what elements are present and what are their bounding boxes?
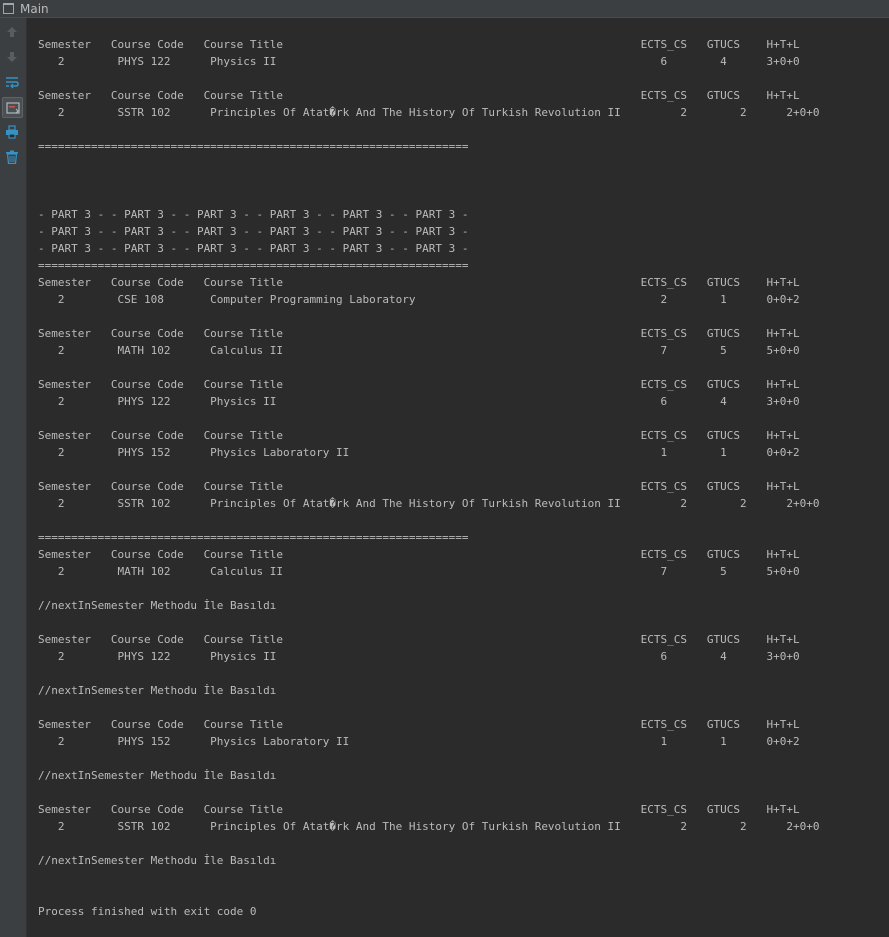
console-line: 2 PHYS 152 Physics Laboratory II 1 1 0+0…	[38, 735, 800, 748]
console-line: Semester Course Code Course Title ECTS_C…	[38, 803, 800, 816]
scroll-to-end-icon[interactable]	[2, 97, 23, 118]
console-line: Semester Course Code Course Title ECTS_C…	[38, 378, 800, 391]
trash-icon[interactable]	[2, 147, 22, 167]
console-line: 2 CSE 108 Computer Programming Laborator…	[38, 293, 800, 306]
console-line: Semester Course Code Course Title ECTS_C…	[38, 480, 800, 493]
console-line: Semester Course Code Course Title ECTS_C…	[38, 276, 800, 289]
console-line: 2 PHYS 122 Physics II 6 4 3+0+0	[38, 650, 800, 663]
console-line: Semester Course Code Course Title ECTS_C…	[38, 429, 800, 442]
window-title: Main	[20, 1, 49, 16]
console-line: Semester Course Code Course Title ECTS_C…	[38, 718, 800, 731]
print-icon[interactable]	[2, 122, 22, 142]
console-line: //nextInSemester Methodu İle Basıldı	[38, 684, 277, 697]
console-line: 2 SSTR 102 Principles Of Atat�rk And The…	[38, 106, 820, 119]
soft-wrap-icon[interactable]	[2, 72, 22, 92]
console-line: 2 PHYS 152 Physics Laboratory II 1 1 0+0…	[38, 446, 800, 459]
window-titlebar: Main	[0, 0, 889, 18]
console-line: //nextInSemester Methodu İle Basıldı	[38, 599, 277, 612]
arrow-down-icon[interactable]	[2, 47, 22, 67]
console-line: - PART 3 - - PART 3 - - PART 3 - - PART …	[38, 208, 469, 221]
console-output[interactable]: Semester Course Code Course Title ECTS_C…	[27, 18, 889, 937]
process-exit-line: Process finished with exit code 0	[38, 905, 257, 918]
console-line: Semester Course Code Course Title ECTS_C…	[38, 89, 800, 102]
console-line: Semester Course Code Course Title ECTS_C…	[38, 38, 800, 51]
console-line: 2 SSTR 102 Principles Of Atat�rk And The…	[38, 497, 820, 510]
console-line: 2 SSTR 102 Principles Of Atat�rk And The…	[38, 820, 820, 833]
console-line: ========================================…	[38, 259, 469, 272]
console-line: Semester Course Code Course Title ECTS_C…	[38, 633, 800, 646]
console-line: - PART 3 - - PART 3 - - PART 3 - - PART …	[38, 242, 469, 255]
console-line: 2 PHYS 122 Physics II 6 4 3+0+0	[38, 395, 800, 408]
console-line: //nextInSemester Methodu İle Basıldı	[38, 854, 277, 867]
console-line: 2 MATH 102 Calculus II 7 5 5+0+0	[38, 565, 800, 578]
console-line: ========================================…	[38, 140, 469, 153]
console-line: 2 PHYS 122 Physics II 6 4 3+0+0	[38, 55, 800, 68]
console-line: - PART 3 - - PART 3 - - PART 3 - - PART …	[38, 225, 469, 238]
console-line: //nextInSemester Methodu İle Basıldı	[38, 769, 277, 782]
console-line: Semester Course Code Course Title ECTS_C…	[38, 548, 800, 561]
console-line: 2 MATH 102 Calculus II 7 5 5+0+0	[38, 344, 800, 357]
window-icon	[3, 3, 14, 14]
arrow-up-icon[interactable]	[2, 22, 22, 42]
console-line: Semester Course Code Course Title ECTS_C…	[38, 327, 800, 340]
console-toolbar	[0, 18, 27, 937]
console-line: ========================================…	[38, 531, 469, 544]
